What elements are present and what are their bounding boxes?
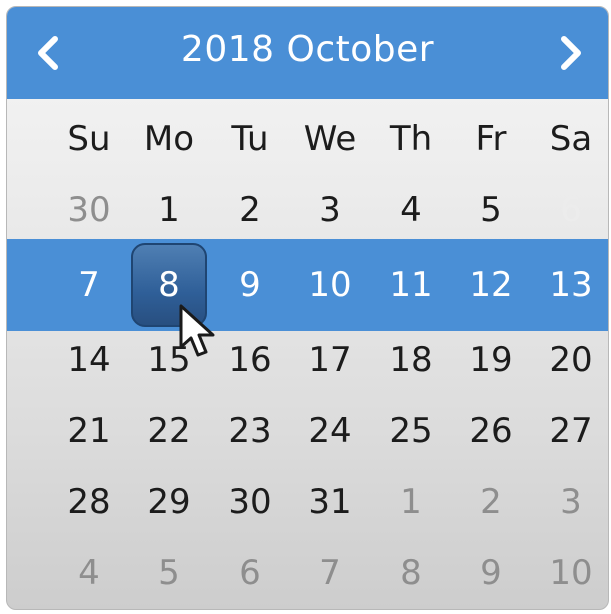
day-cell[interactable]: 16 xyxy=(210,325,290,395)
day-cell[interactable]: 17 xyxy=(290,325,370,395)
day-cell[interactable]: 30 xyxy=(49,175,129,245)
day-cell[interactable]: 12 xyxy=(451,239,531,331)
day-cell[interactable]: 6 xyxy=(210,538,290,608)
next-month-button[interactable] xyxy=(542,25,602,81)
day-cell[interactable]: 29 xyxy=(129,467,209,537)
day-cell[interactable]: 30 xyxy=(210,467,290,537)
day-cell[interactable]: 26 xyxy=(451,396,531,466)
day-cell[interactable]: 7 xyxy=(290,538,370,608)
calendar-popup: 2018 October Su Mo Tu We Th Fr Sa 30 1 2… xyxy=(6,6,609,610)
week-row: 21 22 23 24 25 26 27 xyxy=(7,396,608,466)
selected-week-row: 7 8 9 10 11 12 13 xyxy=(7,239,608,331)
day-cell[interactable]: 9 xyxy=(451,538,531,608)
day-cell[interactable]: 10 xyxy=(290,239,370,331)
day-cell[interactable]: 14 xyxy=(49,325,129,395)
chevron-right-icon xyxy=(561,36,581,70)
day-cell[interactable]: 31 xyxy=(290,467,370,537)
day-cell[interactable]: 24 xyxy=(290,396,370,466)
weekday-label: Mo xyxy=(143,119,195,159)
week-row: 28 29 30 31 1 2 3 xyxy=(7,467,608,537)
day-cell[interactable]: 2 xyxy=(210,175,290,245)
day-cell[interactable]: 19 xyxy=(451,325,531,395)
week-row: 14 15 16 17 18 19 20 xyxy=(7,325,608,395)
weekday-label: Su xyxy=(67,119,111,159)
day-cell[interactable]: 15 xyxy=(129,325,209,395)
day-cell[interactable]: 23 xyxy=(210,396,290,466)
day-cell[interactable]: 3 xyxy=(531,467,608,537)
weekday-label: Sa xyxy=(549,119,593,159)
day-cell[interactable]: 9 xyxy=(210,239,290,331)
day-cell[interactable]: 21 xyxy=(49,396,129,466)
week-row: 30 1 2 3 4 5 6 xyxy=(7,175,608,245)
weekday-label: Th xyxy=(389,119,433,159)
day-cell[interactable]: 1 xyxy=(129,175,209,245)
day-cell[interactable]: 25 xyxy=(371,396,451,466)
day-cell[interactable]: 22 xyxy=(129,396,209,466)
day-cell[interactable]: 4 xyxy=(49,538,129,608)
day-cell[interactable]: 4 xyxy=(371,175,451,245)
weekday-label: Fr xyxy=(475,119,507,159)
weekday-label: Tu xyxy=(231,119,269,159)
week-row: 4 5 6 7 8 9 10 xyxy=(7,538,608,608)
day-cell[interactable]: 5 xyxy=(451,175,531,245)
calendar-header: 2018 October xyxy=(7,7,608,99)
day-cell[interactable]: 1 xyxy=(371,467,451,537)
day-cell[interactable]: 20 xyxy=(531,325,608,395)
selected-day-cell[interactable]: 8 xyxy=(129,239,209,331)
day-cell[interactable]: 7 xyxy=(49,239,129,331)
day-cell[interactable]: 28 xyxy=(49,467,129,537)
day-cell[interactable]: 2 xyxy=(451,467,531,537)
weekday-header-row: Su Mo Tu We Th Fr Sa xyxy=(7,119,608,167)
day-cell[interactable]: 8 xyxy=(371,538,451,608)
day-cell[interactable]: 10 xyxy=(531,538,608,608)
day-cell[interactable]: 11 xyxy=(371,239,451,331)
day-cell[interactable]: 18 xyxy=(371,325,451,395)
weekday-label: We xyxy=(303,119,357,159)
month-year-title[interactable]: 2018 October xyxy=(7,29,608,70)
day-cell[interactable]: 13 xyxy=(531,239,608,331)
day-cell[interactable]: 27 xyxy=(531,396,608,466)
day-cell[interactable]: 3 xyxy=(290,175,370,245)
day-cell[interactable]: 5 xyxy=(129,538,209,608)
day-cell[interactable]: 6 xyxy=(531,175,608,245)
